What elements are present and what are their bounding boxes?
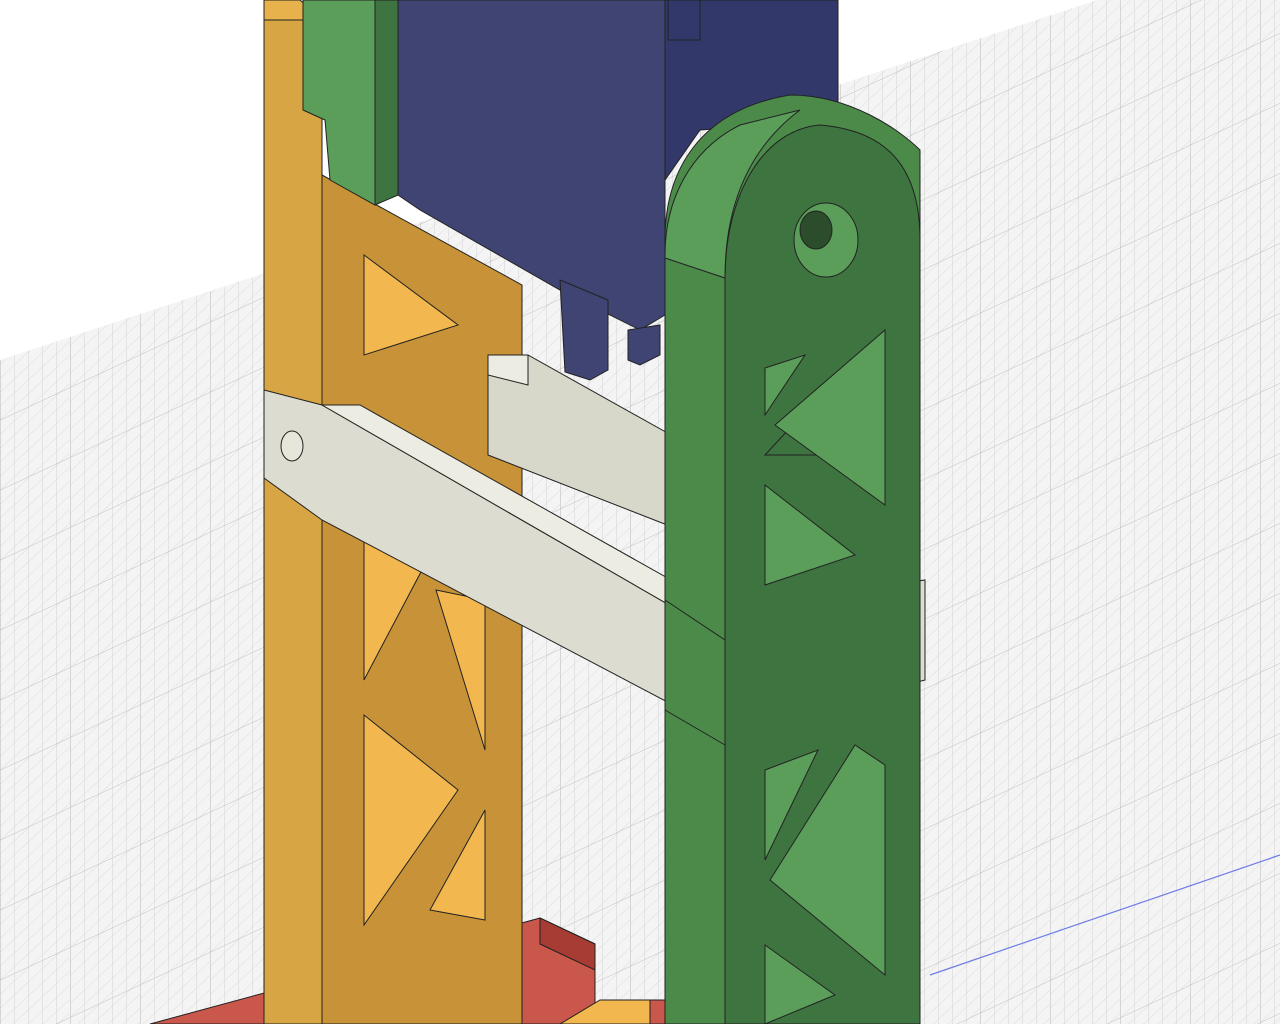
cad-viewport[interactable]	[0, 0, 1280, 1024]
bolt-hole-left	[280, 430, 304, 462]
green-truss-link[interactable]	[664, 94, 921, 1024]
